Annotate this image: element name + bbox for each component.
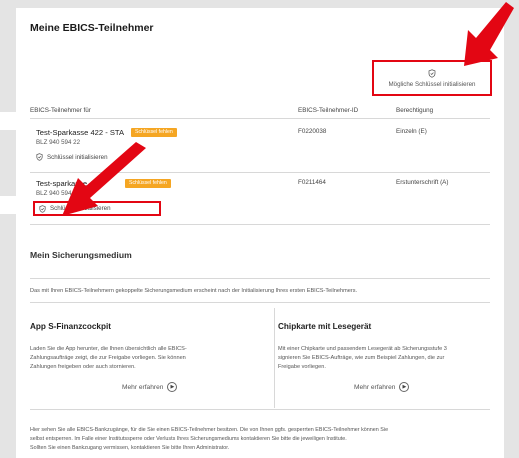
red-arrow-icon — [62, 142, 146, 216]
divider — [30, 118, 490, 119]
option-chipcard: Chipkarte mit Lesegerät Mit einer Chipka… — [278, 308, 500, 406]
option-app: App S-Finanzcockpit Laden Sie die App he… — [30, 308, 266, 406]
more-info-link[interactable]: Mehr erfahren ▶ — [354, 382, 410, 392]
security-section-title: Mein Sicherungsmedium — [30, 250, 132, 260]
option-text: Mit einer Chipkarte und passendem Lesege… — [278, 345, 500, 372]
background-panel-edge — [0, 112, 16, 130]
option-title: App S-Finanzcockpit — [30, 322, 111, 331]
red-arrow-icon — [464, 2, 514, 66]
divider — [30, 224, 490, 225]
header-participant-for: EBICS-Teilnehmer für — [30, 107, 91, 114]
option-text-line: Freigabe vorliegen. — [278, 364, 326, 370]
page-title: Meine EBICS-Teilnehmer — [30, 22, 154, 34]
participant-id: F0220038 — [298, 128, 327, 135]
footer-note: Hier sehen Sie alle EBICS-Bankzugänge, f… — [30, 426, 500, 453]
background-panel-edge — [0, 196, 16, 214]
option-text-line: Mit einer Chipkarte und passendem Lesege… — [278, 346, 447, 352]
participant-id: F0211464 — [298, 179, 326, 186]
participant-permission: Einzeln (E) — [396, 128, 427, 135]
divider — [30, 278, 490, 279]
shield-icon — [36, 153, 43, 161]
divider — [30, 409, 490, 410]
header-permission: Berechtigung — [396, 107, 434, 114]
footer-line: Hier sehen Sie alle EBICS-Bankzugänge, f… — [30, 427, 389, 433]
footer-line: selbst entsperren. Im Falle einer Instit… — [30, 436, 347, 442]
shield-icon — [428, 68, 436, 78]
option-text-line: Zahlungsaufträge zeigt, die zur Freigabe… — [30, 355, 186, 361]
participant-name: Test-Sparkasse 422 - STA — [36, 128, 125, 137]
init-all-keys-label: Mögliche Schlüssel initialisieren — [388, 80, 476, 88]
security-description: Das mit Ihren EBICS-Teilnehmern gekoppel… — [30, 288, 358, 294]
status-badge: Schlüssel fehlen — [131, 128, 177, 137]
option-text-line: Laden Sie die App herunter, die Ihnen üb… — [30, 346, 187, 352]
header-participant-id: EBICS-Teilnehmer-ID — [298, 107, 359, 114]
option-text-line: signieren Sie EBICS-Aufträge, wie zum Be… — [278, 355, 445, 361]
shield-icon — [39, 204, 46, 213]
circle-arrow-right-icon: ▶ — [399, 382, 410, 392]
option-text-line: Zahlungen freigeben oder auch stornieren… — [30, 364, 136, 370]
option-title: Chipkarte mit Lesegerät — [278, 322, 372, 331]
circle-arrow-right-icon: ▶ — [167, 382, 178, 392]
divider — [30, 302, 490, 303]
participant-permission: Erstunterschrift (A) — [396, 179, 449, 186]
more-info-label: Mehr erfahren — [354, 383, 396, 391]
more-info-label: Mehr erfahren — [122, 383, 164, 391]
option-text: Laden Sie die App herunter, die Ihnen üb… — [30, 345, 266, 372]
column-divider — [274, 308, 275, 408]
ebics-participants-card: Meine EBICS-Teilnehmer Mögliche Schlüsse… — [16, 8, 504, 458]
footer-line: Sollten Sie einen Bankzugang vermissen, … — [30, 445, 230, 451]
more-info-link[interactable]: Mehr erfahren ▶ — [122, 382, 178, 392]
